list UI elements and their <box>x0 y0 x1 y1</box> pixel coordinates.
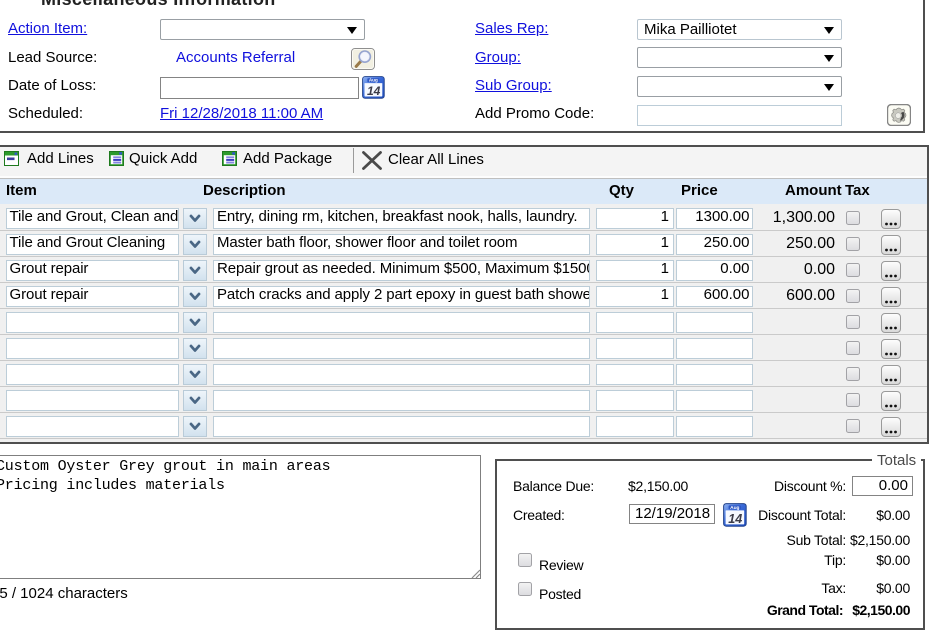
svg-text:14: 14 <box>728 512 742 526</box>
svg-text:14: 14 <box>367 84 381 98</box>
svg-text:Aug: Aug <box>730 505 739 511</box>
svg-text:Aug: Aug <box>369 78 378 83</box>
